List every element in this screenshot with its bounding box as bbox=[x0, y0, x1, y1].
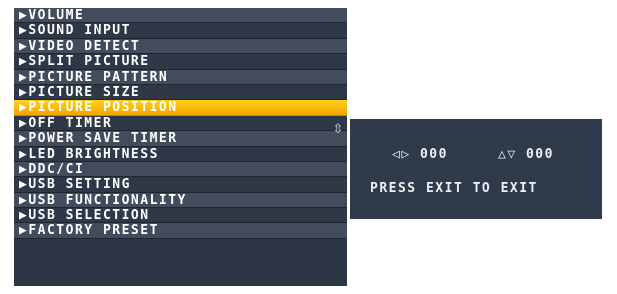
picture-position-submenu: ◁▷ 000 △▽ 000 PRESS EXIT TO EXIT bbox=[350, 119, 602, 219]
menu-item-split-picture[interactable]: ▶SPLIT PICTURE bbox=[14, 54, 347, 70]
menu-item-video-detect[interactable]: ▶VIDEO DETECT bbox=[14, 38, 347, 55]
menu-item-usb-functionality[interactable]: ▶USB FUNCTIONALITY bbox=[14, 192, 347, 209]
menu-item-usb-selection[interactable]: ▶USB SELECTION bbox=[14, 208, 347, 224]
menu-list: ▶VOLUME ▶SOUND INPUT ▶VIDEO DETECT ▶SPLI… bbox=[14, 8, 347, 239]
menu-item-usb-setting[interactable]: ▶USB SETTING bbox=[14, 177, 347, 193]
exit-hint-text: PRESS EXIT TO EXIT bbox=[370, 181, 538, 196]
menu-item-picture-pattern[interactable]: ▶PICTURE PATTERN bbox=[14, 69, 347, 85]
menu-item-power-save-timer[interactable]: ▶POWER SAVE TIMER bbox=[14, 131, 347, 147]
menu-item-picture-size[interactable]: ▶PICTURE SIZE bbox=[14, 84, 347, 101]
menu-item-volume[interactable]: ▶VOLUME bbox=[14, 8, 347, 24]
up-down-arrow-icon: ⇳ bbox=[332, 122, 344, 137]
position-values-row: ◁▷ 000 △▽ 000 bbox=[350, 147, 602, 163]
menu-item-ddc-ci[interactable]: ▶DDC/CI bbox=[14, 161, 347, 178]
menu-item-led-brightness[interactable]: ▶LED BRIGHTNESS bbox=[14, 146, 347, 162]
horizontal-position-value[interactable]: ◁▷ 000 bbox=[392, 147, 448, 162]
menu-item-sound-input[interactable]: ▶SOUND INPUT bbox=[14, 23, 347, 39]
menu-item-factory-preset[interactable]: ▶FACTORY PRESET bbox=[14, 223, 347, 239]
menu-item-off-timer[interactable]: ▶OFF TIMER bbox=[14, 115, 347, 132]
vertical-position-value[interactable]: △▽ 000 bbox=[498, 147, 554, 162]
menu-item-picture-position[interactable]: ▶PICTURE POSITION bbox=[14, 100, 347, 116]
osd-main-menu: ▶VOLUME ▶SOUND INPUT ▶VIDEO DETECT ▶SPLI… bbox=[14, 8, 347, 286]
